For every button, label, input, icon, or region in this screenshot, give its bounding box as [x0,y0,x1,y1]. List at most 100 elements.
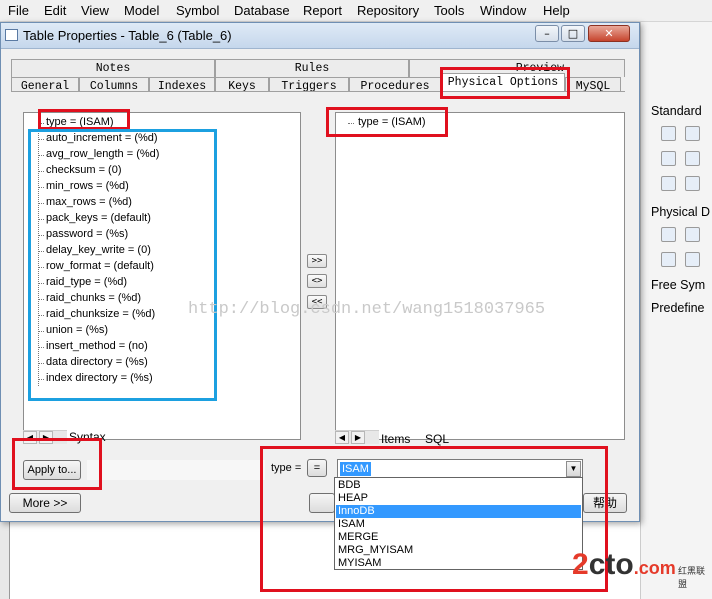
apply-to-button[interactable]: Apply to... [23,460,81,480]
grid-icon[interactable] [685,227,700,242]
option-item[interactable]: checksum = (0) [46,164,122,177]
menu-view[interactable]: View [81,3,109,18]
tab-sql[interactable]: SQL [425,432,449,446]
option-item[interactable]: index directory = (%s) [46,372,153,385]
menu-file[interactable]: File [8,3,29,18]
menu-repository[interactable]: Repository [357,3,419,18]
tree-branch [38,171,44,172]
menu-edit[interactable]: Edit [44,3,66,18]
scroll-right-icon[interactable]: ▶ [39,431,53,444]
option-item[interactable]: data directory = (%s) [46,356,148,369]
option-item[interactable]: type = (ISAM) [46,116,114,129]
tree-branch [38,123,44,124]
type-option[interactable]: BDB [336,479,581,492]
tree-branch [38,283,44,284]
option-item[interactable]: password = (%s) [46,228,128,241]
selected-options-tree[interactable]: type = (ISAM) [335,112,625,440]
scroll-left-icon[interactable]: ◀ [335,431,349,444]
tab-notes[interactable]: Notes [11,59,215,77]
chevron-down-icon[interactable]: ▼ [566,461,581,477]
type-option[interactable]: MRG_MYISAM [336,544,581,557]
toolbox-predefined-label[interactable]: Predefine [651,301,705,315]
option-item[interactable]: raid_type = (%d) [46,276,127,289]
option-item[interactable]: delay_key_write = (0) [46,244,151,257]
left-horizontal-scrollbar[interactable]: ◀ ▶ [23,430,67,444]
menu-tools[interactable]: Tools [434,3,464,18]
type-dropdown-list[interactable]: BDB HEAP InnoDB ISAM MERGE MRG_MYISAM MYISAM [334,477,583,570]
toolbox-standard-label[interactable]: Standard [651,104,702,118]
properties-icon[interactable] [685,151,700,166]
type-label: type = [271,462,302,474]
scroll-right-icon[interactable]: ▶ [351,431,365,444]
eq-button[interactable]: = [307,459,327,477]
tree-branch [38,363,44,364]
type-option[interactable]: ISAM [336,518,581,531]
option-item[interactable]: union = (%s) [46,324,108,337]
gear-icon[interactable] [661,252,676,267]
menu-help[interactable]: Help [543,3,570,18]
tree-branch [38,251,44,252]
menu-report[interactable]: Report [303,3,342,18]
right-horizontal-scrollbar[interactable]: ◀ ▶ [335,430,379,444]
available-options-tree[interactable]: type = (ISAM) auto_increment = (%d) avg_ro… [23,112,301,440]
option-item[interactable]: avg_row_length = (%d) [46,148,159,161]
right-toolbox-panel: Standard Physical D Free Sym Predefine [640,22,712,599]
watermark: http://blog.csdn.net/wang1518037965 [188,300,546,319]
type-option[interactable]: HEAP [336,492,581,505]
toolbox-freesym-label[interactable]: Free Sym [651,278,705,292]
option-item[interactable]: min_rows = (%d) [46,180,129,193]
toolbox-physical-label[interactable]: Physical D [651,205,710,219]
tree-branch [38,203,44,204]
logo-part1: 2 [572,548,589,581]
menu-symbol[interactable]: Symbol [176,3,219,18]
menu-model[interactable]: Model [124,3,159,18]
tab-items[interactable]: Items [381,432,410,446]
tree-branch [38,267,44,268]
type-option[interactable]: InnoDB [336,505,581,518]
help-button[interactable]: 帮助 [583,493,627,513]
procedure-icon[interactable] [685,252,700,267]
ok-button-partial[interactable] [309,493,335,513]
add-all-button[interactable]: >> [307,254,327,268]
hand-tool-icon[interactable] [661,126,676,141]
tree-branch [38,219,44,220]
tree-branch [38,235,44,236]
tree-branch [38,379,44,380]
type-combobox-value[interactable]: ISAM [340,462,371,476]
menu-window[interactable]: Window [480,3,526,18]
tab-rules[interactable]: Rules [215,59,409,77]
left-edge-panel [0,520,10,599]
option-item[interactable]: raid_chunks = (%d) [46,292,141,305]
tree-branch [38,347,44,348]
option-item[interactable]: raid_chunksize = (%d) [46,308,155,321]
tree-branch [38,155,44,156]
tab-syntax[interactable]: Syntax [69,430,106,444]
physical-options-page: type = (ISAM) auto_increment = (%d) avg_ro… [11,91,625,501]
more-button[interactable]: More >> [9,493,81,513]
type-option[interactable]: MERGE [336,531,581,544]
option-item[interactable]: auto_increment = (%d) [46,132,158,145]
table-icon[interactable] [661,227,676,242]
maximize-button[interactable]: □ [561,25,585,42]
dialog-titlebar[interactable]: Table Properties - Table_6 (Table_6) – □… [1,23,639,49]
paste-icon[interactable] [661,176,676,191]
menu-database[interactable]: Database [234,3,290,18]
tree-branch [38,315,44,316]
option-item[interactable]: row_format = (default) [46,260,154,273]
close-button[interactable]: ✕ [588,25,630,42]
type-combobox[interactable]: ISAM ▼ [337,459,583,479]
type-option[interactable]: MYISAM [336,557,581,570]
swap-button[interactable]: <> [307,274,327,288]
option-item[interactable]: pack_keys = (default) [46,212,151,225]
minimize-button[interactable]: – [535,25,559,42]
tree-branch [38,299,44,300]
option-item[interactable]: insert_method = (no) [46,340,148,353]
selected-option[interactable]: type = (ISAM) [358,116,426,129]
logo-text: 红黑联盟 [678,566,706,589]
zoom-in-icon[interactable] [685,126,700,141]
link-icon[interactable] [685,176,700,191]
zoom-icon[interactable] [661,151,676,166]
option-item[interactable]: max_rows = (%d) [46,196,132,209]
scroll-left-icon[interactable]: ◀ [23,431,37,444]
table-icon [5,29,18,41]
